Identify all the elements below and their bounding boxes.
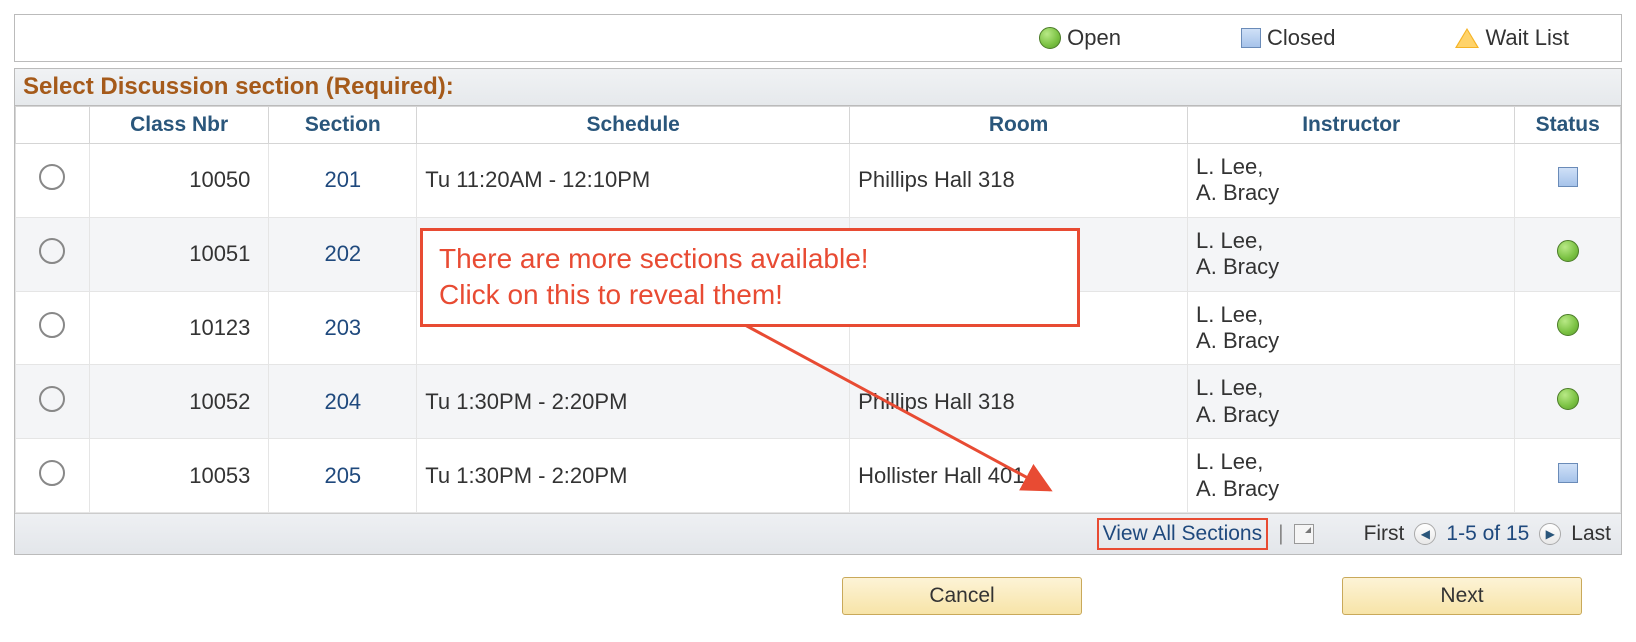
room-cell: Hollister Hall 401: [850, 439, 1188, 513]
section-link[interactable]: 201: [277, 167, 408, 193]
status-cell: [1515, 217, 1621, 291]
open-icon: [1557, 314, 1579, 336]
nav-first[interactable]: First: [1364, 522, 1405, 546]
closed-icon: [1241, 28, 1261, 48]
waitlist-icon: [1455, 28, 1479, 48]
closed-icon: [1558, 463, 1578, 483]
select-radio[interactable]: [39, 312, 65, 338]
annotation-line1: There are more sections available!: [439, 241, 1061, 277]
section-link[interactable]: 203: [277, 315, 408, 341]
class-nbr-cell: 10053: [89, 439, 269, 513]
schedule-cell: Tu 1:30PM - 2:20PM: [417, 365, 850, 439]
status-cell: [1515, 439, 1621, 513]
schedule-cell: Tu 1:30PM - 2:20PM: [417, 439, 850, 513]
class-nbr-cell: 10052: [89, 365, 269, 439]
legend-closed: Closed: [1241, 25, 1335, 51]
class-nbr-cell: 10051: [89, 217, 269, 291]
section-link[interactable]: 204: [277, 389, 408, 415]
class-nbr-cell: 10123: [89, 291, 269, 365]
room-cell: Phillips Hall 318: [850, 144, 1188, 218]
view-all-sections-link[interactable]: View All Sections: [1097, 518, 1269, 550]
section-title: Select Discussion section (Required):: [15, 69, 1621, 106]
instructor-cell: L. Lee,A. Bracy: [1188, 291, 1515, 365]
legend-open-label: Open: [1067, 25, 1121, 51]
legend-waitlist-label: Wait List: [1485, 25, 1569, 51]
col-section[interactable]: Section: [269, 107, 417, 144]
class-nbr-cell: 10050: [89, 144, 269, 218]
col-status[interactable]: Status: [1515, 107, 1621, 144]
nav-next-icon[interactable]: ▶: [1539, 523, 1561, 545]
col-room[interactable]: Room: [850, 107, 1188, 144]
schedule-cell: Tu 11:20AM - 12:10PM: [417, 144, 850, 218]
legend-waitlist: Wait List: [1455, 25, 1569, 51]
status-cell: [1515, 365, 1621, 439]
next-button[interactable]: Next: [1342, 577, 1582, 615]
instructor-cell: L. Lee,A. Bracy: [1188, 439, 1515, 513]
annotation-callout: There are more sections available! Click…: [420, 228, 1080, 327]
room-cell: Phillips Hall 318: [850, 365, 1188, 439]
table-footer: View All Sections | First ◀ 1-5 of 15 ▶ …: [15, 513, 1621, 554]
annotation-line2: Click on this to reveal them!: [439, 277, 1061, 313]
table-row: 10053 205 Tu 1:30PM - 2:20PMHollister Hall…: [16, 439, 1621, 513]
open-icon: [1557, 388, 1579, 410]
select-radio[interactable]: [39, 238, 65, 264]
instructor-cell: L. Lee,A. Bracy: [1188, 217, 1515, 291]
section-link[interactable]: 205: [277, 463, 408, 489]
nav-range[interactable]: 1-5 of 15: [1446, 522, 1529, 546]
col-class-nbr[interactable]: Class Nbr: [89, 107, 269, 144]
section-link[interactable]: 202: [277, 241, 408, 267]
select-radio[interactable]: [39, 164, 65, 190]
status-legend-bar: Open Closed Wait List: [14, 14, 1622, 62]
legend-open: Open: [1039, 25, 1121, 51]
col-instructor[interactable]: Instructor: [1188, 107, 1515, 144]
cancel-button[interactable]: Cancel: [842, 577, 1082, 615]
button-row: Cancel Next: [14, 577, 1582, 615]
footer-separator: |: [1278, 522, 1283, 546]
status-cell: [1515, 291, 1621, 365]
instructor-cell: L. Lee,A. Bracy: [1188, 144, 1515, 218]
table-row: 10050 201 Tu 11:20AM - 12:10PMPhillips Hal…: [16, 144, 1621, 218]
closed-icon: [1558, 167, 1578, 187]
instructor-cell: L. Lee,A. Bracy: [1188, 365, 1515, 439]
open-icon: [1039, 27, 1061, 49]
col-select: [16, 107, 90, 144]
table-row: 10052 204 Tu 1:30PM - 2:20PMPhillips Hall …: [16, 365, 1621, 439]
col-schedule[interactable]: Schedule: [417, 107, 850, 144]
select-radio[interactable]: [39, 460, 65, 486]
nav-prev-icon[interactable]: ◀: [1414, 523, 1436, 545]
status-cell: [1515, 144, 1621, 218]
nav-last[interactable]: Last: [1571, 522, 1611, 546]
select-radio[interactable]: [39, 386, 65, 412]
legend-closed-label: Closed: [1267, 25, 1335, 51]
popout-icon[interactable]: [1294, 524, 1314, 544]
open-icon: [1557, 240, 1579, 262]
